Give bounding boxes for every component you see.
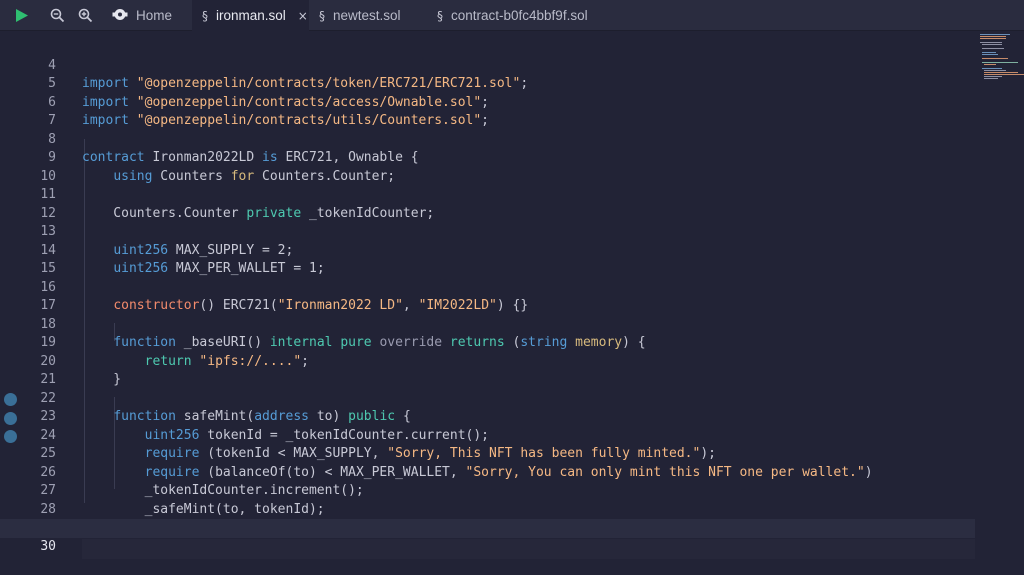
breakpoint-gutter[interactable] (0, 31, 22, 559)
minimap-line (984, 76, 1002, 77)
code-line[interactable]: 10 (0, 149, 975, 184)
minimap-line (984, 74, 1024, 75)
tab-newtest-sol[interactable]: § newtest.sol (309, 0, 427, 31)
minimap-line (980, 36, 1006, 37)
code-line[interactable]: 6 import "@openzeppelin/contracts/utils/… (0, 75, 975, 129)
minimap-line (980, 38, 1006, 39)
minimap-line (982, 44, 1002, 45)
minimap-line (984, 78, 998, 79)
minimap-line (980, 34, 1010, 35)
code-line[interactable]: 25 require (balanceOf(to) < MAX_PER_WALL… (0, 427, 975, 480)
code-line[interactable]: 19 return "ipfs://...."; (0, 316, 975, 369)
tab-home[interactable]: Home (102, 0, 192, 31)
code-line[interactable]: 21 (0, 353, 975, 387)
minimap-line (982, 62, 1018, 63)
solidity-file-icon: § (437, 8, 443, 23)
code-line[interactable]: 24 require (tokenId < MAX_SUPPLY, "Sorry… (0, 408, 975, 462)
minimap-line (984, 70, 1006, 71)
zoom-out-icon[interactable] (44, 0, 70, 31)
code-line[interactable]: 29 } (0, 501, 975, 554)
zoom-in-icon[interactable] (72, 0, 98, 31)
code-line[interactable]: 20 } (0, 334, 975, 388)
code-line[interactable]: 23 uint256 tokenId = _tokenIdCounter.cur… (0, 390, 975, 443)
code-line[interactable]: 5 import "@openzeppelin/contracts/access… (0, 57, 975, 110)
code-line[interactable]: 14 uint256 MAX_PER_WALLET = 1; (0, 223, 975, 277)
code-line[interactable]: 4 import "@openzeppelin/contracts/token/… (0, 38, 975, 92)
tab-label: Home (136, 8, 173, 23)
minimap-line (982, 58, 1008, 59)
minimap-line (984, 64, 996, 65)
close-icon[interactable]: × (298, 9, 308, 23)
code-line[interactable]: 26 _tokenIdCounter.increment(); (0, 445, 975, 499)
breakpoint-icon[interactable] (4, 393, 17, 406)
home-icon (112, 7, 128, 25)
code-line[interactable]: 13 uint256 MAX_SUPPLY = 2; (0, 205, 975, 258)
code-line[interactable]: 15 (0, 242, 975, 276)
code-line[interactable]: 16 constructor() ERC721("Ironman2022 LD"… (0, 260, 975, 314)
code-editor[interactable]: 4 import "@openzeppelin/contracts/token/… (0, 31, 1024, 559)
play-icon[interactable] (9, 0, 35, 31)
code-line[interactable]: 7 (0, 94, 975, 128)
code-line[interactable]: 17 (0, 279, 975, 313)
solidity-file-icon: § (319, 8, 325, 23)
code-line[interactable]: 11 Counters.Counter private _tokenIdCoun… (0, 168, 975, 221)
current-line[interactable]: 30 (0, 519, 975, 554)
editor-bottom-area (82, 539, 975, 559)
code-line[interactable]: 8 contract Ironman2022LD is ERC721, Owna… (0, 112, 975, 166)
breakpoint-icon[interactable] (4, 411, 17, 425)
minimap-line (982, 68, 1002, 69)
minimap-line (982, 54, 998, 55)
breakpoint-icon[interactable] (4, 430, 17, 443)
code-line[interactable]: 9 using Counters for Counters.Counter; (0, 131, 975, 184)
tab-contract-b0fc4bbf9f-sol[interactable]: § contract-b0fc4bbf9f.sol (427, 0, 607, 31)
minimap-line (982, 52, 996, 53)
code-line[interactable]: 27 _safeMint(to, tokenId); (0, 464, 975, 517)
tab-ironman-sol[interactable]: § ironman.sol × (192, 0, 309, 31)
minimap-line (982, 48, 1004, 49)
minimap-line (984, 72, 1018, 73)
code-line[interactable]: 28 } (0, 482, 975, 536)
tab-label: contract-b0fc4bbf9f.sol (451, 8, 588, 23)
tab-bar: Home § ironman.sol × § newtest.sol § con… (0, 0, 1024, 31)
code-line[interactable]: 18 function _baseURI() internal pure ove… (0, 297, 975, 351)
minimap[interactable] (975, 31, 1024, 559)
code-line[interactable]: 22 function safeMint(address to) public … (0, 371, 975, 425)
minimap-line (980, 42, 1002, 43)
tab-label: newtest.sol (333, 8, 401, 23)
code-line[interactable]: 12 (0, 186, 975, 221)
line-number: 30 (40, 538, 56, 554)
solidity-file-icon: § (202, 8, 208, 23)
tab-label: ironman.sol (216, 8, 286, 23)
